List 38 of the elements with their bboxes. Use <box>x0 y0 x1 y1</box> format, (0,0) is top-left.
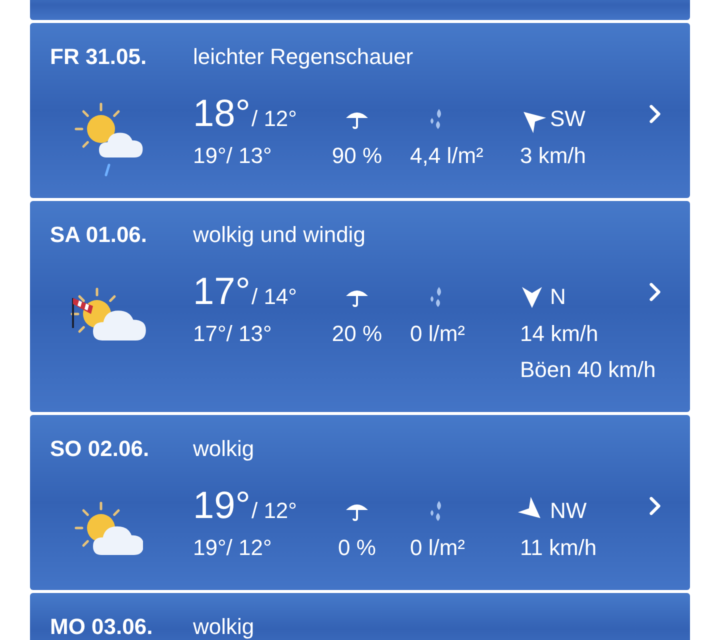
wind-direction: N <box>550 283 566 311</box>
feels-like-temperature: 17°/ 13° <box>193 320 273 348</box>
weather-description: leichter Regenschauer <box>193 43 414 71</box>
rain-amount: 4,4 l/m² <box>409 142 484 170</box>
wind-speed: 14 km/h <box>519 320 600 348</box>
forecast-card[interactable]: FR 31.05. leichter Regenschauer 18°/ 12° SW 19°/ 13° 90 % 4,4 l/m² 3 km/h <box>30 23 690 198</box>
wind-direction: NW <box>550 497 587 525</box>
forecast-card[interactable]: SO 02.06. wolkig 19°/ 12° NW 19°/ 12° 0 % 0 l/m² 11 km/h <box>30 415 690 590</box>
weather-description: wolkig und windig <box>193 221 366 249</box>
weather-description: wolkig <box>193 435 254 463</box>
rain-probability: 90 % <box>332 142 382 170</box>
low-temperature: / 12° <box>251 105 297 133</box>
rain-amount: 0 l/m² <box>409 320 466 348</box>
raindrops-icon <box>428 500 444 522</box>
high-temperature: 17° <box>193 270 250 315</box>
wind-direction: SW <box>550 105 586 133</box>
day-date: SA 01.06. <box>49 221 148 249</box>
feels-like-temperature: 19°/ 12° <box>193 534 273 562</box>
day-date: FR 31.05. <box>49 43 148 71</box>
rain-probability: 0 % <box>338 534 376 562</box>
wind-gusts: Böen 40 km/h <box>519 356 657 384</box>
day-date: MO 03.06. <box>49 613 154 640</box>
high-temperature: 19° <box>193 484 250 529</box>
low-temperature: / 14° <box>251 283 297 311</box>
high-temperature: 18° <box>193 92 250 137</box>
rain-amount: 0 l/m² <box>409 534 466 562</box>
day-date: SO 02.06. <box>49 435 150 463</box>
wind-speed: 11 km/h <box>519 534 598 562</box>
raindrops-icon <box>428 108 444 130</box>
rain-probability: 20 % <box>332 320 382 348</box>
forecast-card[interactable]: MO 03.06. wolkig <box>30 593 690 640</box>
weather-description: wolkig <box>193 613 254 640</box>
wind-direction-icon <box>520 285 544 309</box>
raindrops-icon <box>428 286 444 308</box>
feels-like-temperature: 19°/ 13° <box>193 142 273 170</box>
wind-speed: 3 km/h <box>519 142 588 170</box>
forecast-card[interactable]: SA 01.06. wolkig und windig 17°/ 14° N 17°/ 13° 20 % 0 l/m² 14 km/h Böen 40 km/h <box>30 201 690 412</box>
low-temperature: / 12° <box>251 497 297 525</box>
